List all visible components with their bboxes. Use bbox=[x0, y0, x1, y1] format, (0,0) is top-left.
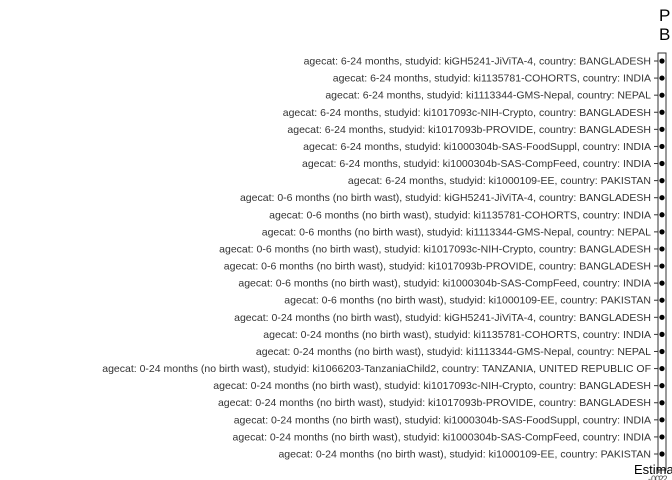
estimate-point bbox=[659, 383, 665, 389]
estimate-point bbox=[659, 178, 665, 184]
row-label: agecat: 0-24 months (no birth wast), stu… bbox=[233, 431, 651, 443]
row-label: agecat: 6-24 months, studyid: ki1135781-… bbox=[333, 73, 651, 85]
row-label: agecat: 0-24 months (no birth wast), stu… bbox=[102, 363, 651, 375]
row-label: agecat: 0-24 months (no birth wast), stu… bbox=[213, 380, 651, 392]
estimate-point bbox=[659, 417, 665, 423]
row-label: agecat: 6-24 months, studyid: ki1113344-… bbox=[325, 90, 651, 102]
estimate-point bbox=[659, 348, 665, 355]
row-label: agecat: 0-24 months (no birth wast), stu… bbox=[234, 312, 651, 324]
panel-title-line-2: B bbox=[659, 25, 670, 44]
row-label: agecat: 0-24 months (no birth wast), stu… bbox=[256, 346, 651, 358]
estimate-point bbox=[659, 195, 665, 201]
forest-plot: P B agecat: 6-24 months, studyid: kiGH52… bbox=[102, 6, 672, 480]
estimate-point bbox=[659, 160, 665, 167]
row-label: agecat: 0-6 months (no birth wast), stud… bbox=[269, 209, 651, 221]
panel-title-line-1: P bbox=[659, 6, 670, 25]
row-label: agecat: 0-24 months (no birth wast), stu… bbox=[263, 329, 651, 341]
estimate-point bbox=[659, 246, 665, 252]
row-label: agecat: 6-24 months, studyid: ki1000304b… bbox=[303, 141, 651, 153]
estimate-point bbox=[659, 451, 665, 457]
estimate-point bbox=[659, 143, 665, 150]
row-label: agecat: 0-24 months (no birth wast), stu… bbox=[218, 397, 651, 409]
row-label: agecat: 6-24 months, studyid: ki1000109-… bbox=[348, 175, 651, 187]
estimate-point bbox=[659, 280, 665, 286]
estimate-point bbox=[659, 400, 665, 406]
estimate-point bbox=[659, 109, 665, 115]
estimate-point bbox=[659, 229, 665, 235]
estimate-point bbox=[659, 75, 665, 81]
row-label: agecat: 6-24 months, studyid: ki1017093c… bbox=[283, 107, 651, 119]
estimate-point bbox=[659, 365, 665, 372]
row-label: agecat: 0-6 months (no birth wast), stud… bbox=[219, 243, 651, 255]
estimate-point bbox=[659, 126, 665, 132]
row-label: agecat: 0-6 months (no birth wast), stud… bbox=[238, 278, 651, 290]
row-label: agecat: 6-24 months, studyid: ki1017093b… bbox=[287, 124, 651, 136]
estimate-point bbox=[659, 314, 665, 320]
estimate-point bbox=[659, 434, 665, 440]
row-label: agecat: 6-24 months, studyid: ki1000304b… bbox=[302, 158, 651, 170]
x-axis-title: Estima bbox=[634, 462, 672, 477]
panel-title: P B bbox=[659, 6, 670, 44]
row-label: agecat: 0-6 months (no birth wast), stud… bbox=[262, 226, 651, 238]
row-label: agecat: 0-24 months (no birth wast), stu… bbox=[234, 414, 651, 426]
row-label: agecat: 0-24 months (no birth wast), stu… bbox=[278, 449, 651, 461]
row-label: agecat: 0-6 months (no birth wast), stud… bbox=[240, 192, 651, 204]
plot-panel bbox=[657, 52, 667, 471]
row-label: agecat: 0-6 months (no birth wast), stud… bbox=[284, 295, 651, 307]
row-label: agecat: 6-24 months, studyid: kiGH5241-J… bbox=[304, 56, 651, 68]
estimate-point bbox=[659, 297, 665, 303]
estimate-point bbox=[659, 263, 665, 269]
estimate-point bbox=[659, 212, 665, 218]
row-label: agecat: 0-6 months (no birth wast), stud… bbox=[224, 261, 651, 273]
estimate-point bbox=[659, 92, 665, 98]
estimate-point bbox=[659, 331, 665, 337]
estimate-point bbox=[659, 58, 665, 64]
row-labels: agecat: 6-24 months, studyid: kiGH5241-J… bbox=[102, 56, 658, 461]
